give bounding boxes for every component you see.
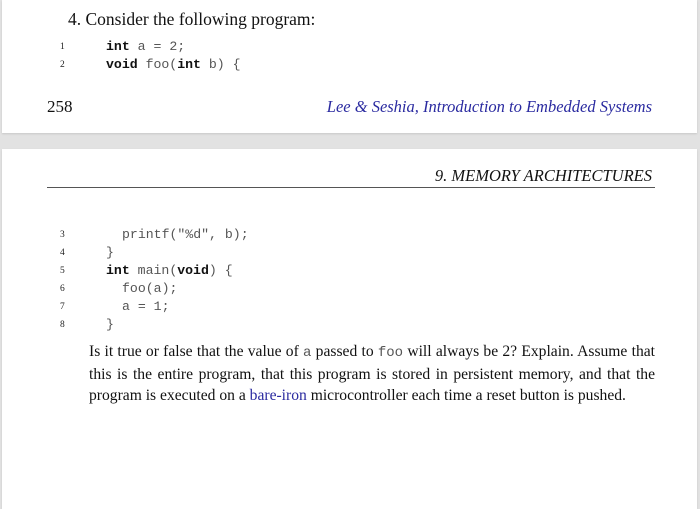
- code-text: main(: [129, 263, 178, 278]
- code-text: printf("%d", b);: [122, 227, 249, 242]
- code-keyword: int: [177, 57, 201, 72]
- code-text: a = 2;: [129, 39, 186, 54]
- running-title-link[interactable]: Lee & Seshia, Introduction to Embedded S…: [327, 97, 652, 117]
- code-text: ) {: [208, 263, 233, 278]
- code-text: foo(a);: [122, 281, 178, 296]
- code-line: }: [106, 317, 114, 332]
- code-keyword: int: [106, 39, 130, 54]
- code-line: printf("%d", b);: [122, 227, 249, 242]
- code-line: void foo(int b) {: [106, 57, 241, 72]
- bare-iron-link[interactable]: bare-iron: [250, 387, 307, 404]
- line-number: 6: [60, 284, 65, 294]
- line-number: 5: [60, 266, 65, 276]
- line-number: 7: [60, 302, 65, 312]
- page-258: 4. Consider the following program: 1 int …: [2, 0, 697, 133]
- code-text: }: [106, 317, 114, 332]
- code-text: b) {: [200, 57, 241, 72]
- line-number: 3: [60, 230, 65, 240]
- code-text: }: [106, 245, 114, 260]
- para-text-4: microcontroller each time a reset button…: [306, 387, 626, 404]
- line-number: 1: [60, 42, 65, 52]
- chapter-header: 9. MEMORY ARCHITECTURES: [434, 166, 652, 185]
- code-keyword: void: [177, 263, 209, 278]
- code-line: foo(a);: [122, 281, 177, 296]
- line-number: 4: [60, 248, 65, 258]
- header-rule: [47, 187, 655, 188]
- code-line: int main(void) {: [106, 263, 233, 278]
- code-keyword: int: [106, 263, 130, 278]
- code-func-foo: foo: [377, 345, 404, 361]
- page-number: 258: [47, 97, 73, 116]
- line-number: 2: [60, 60, 65, 70]
- code-line: }: [106, 245, 114, 260]
- code-text: a = 1;: [122, 299, 170, 314]
- question-paragraph: Is it true or false that the value of a …: [89, 341, 655, 406]
- code-line: a = 1;: [122, 299, 169, 314]
- para-text-1: Is it true or false that the value of: [89, 343, 304, 360]
- code-keyword: void: [106, 57, 138, 72]
- question-heading: 4. Consider the following program:: [68, 9, 316, 29]
- line-number: 8: [60, 320, 65, 330]
- code-line: int a = 2;: [106, 39, 185, 54]
- para-text-2: passed to: [311, 343, 378, 360]
- page-259: 9. MEMORY ARCHITECTURES 3 printf("%d", b)…: [2, 149, 697, 509]
- code-text: foo(: [137, 57, 178, 72]
